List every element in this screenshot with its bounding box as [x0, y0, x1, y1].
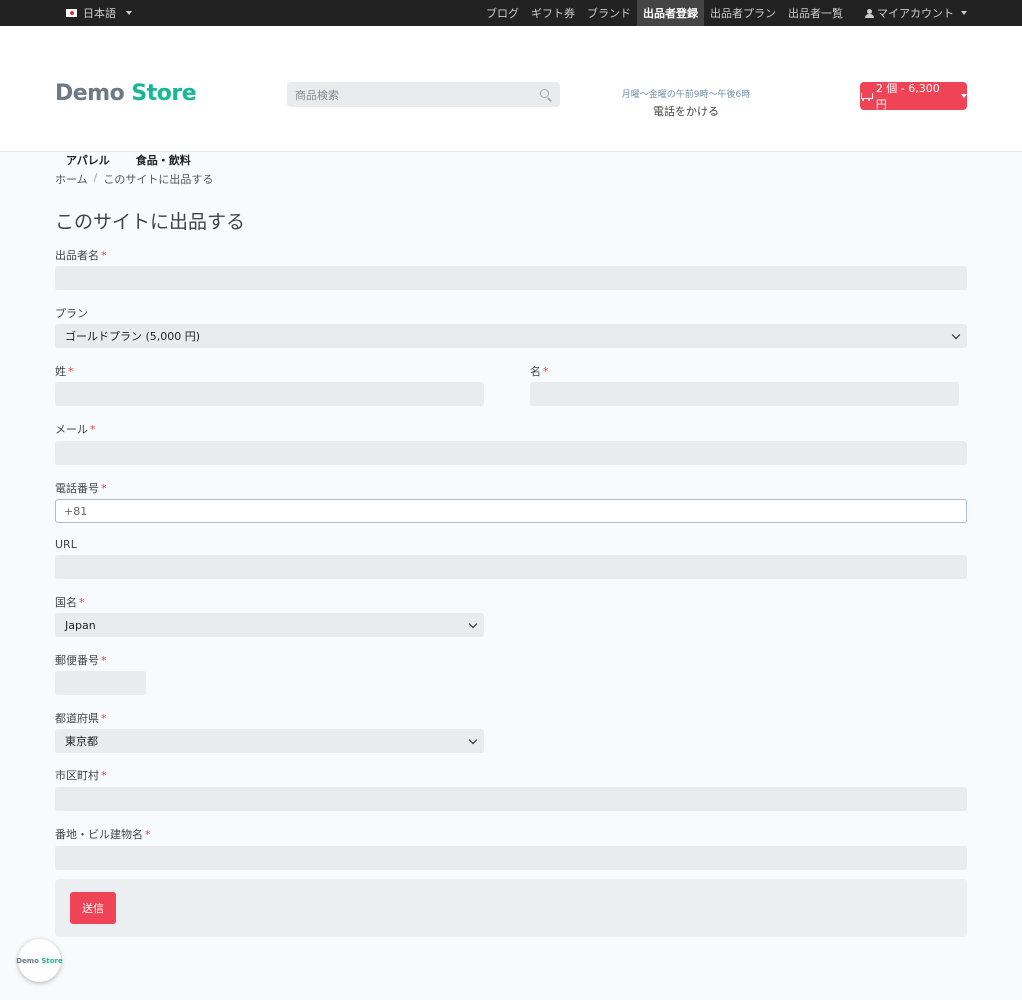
caret-down-icon — [961, 11, 967, 15]
country-selected: Japan — [65, 618, 96, 632]
last-name-field[interactable] — [55, 382, 484, 406]
seller-name-label: 出品者名 * — [55, 249, 107, 262]
japan-flag-icon — [66, 9, 77, 17]
call-link[interactable]: 電話をかける — [600, 103, 772, 119]
city-field[interactable] — [55, 787, 967, 811]
site-logo[interactable]: Demo Store — [55, 81, 197, 106]
prefecture-label: 都道府県 * — [55, 712, 107, 725]
phone-field[interactable]: +81 — [55, 499, 967, 523]
chevron-down-icon — [468, 619, 478, 628]
topnav-seller-plans[interactable]: 出品者プラン — [704, 0, 782, 26]
my-account-label: マイアカウント — [877, 7, 954, 20]
store-badge[interactable]: Demo Store — [16, 939, 63, 982]
cart-icon — [860, 92, 873, 101]
cart-summary: 2 個 - 6,300 円 — [875, 82, 940, 111]
plan-selected: ゴールドプラン (5,000 円) — [65, 330, 201, 343]
prefecture-selected: 東京都 — [65, 735, 98, 748]
top-nav: ブログ ギフト券 ブランド 出品者登録 出品者プラン 出品者一覧 マイアカウント — [480, 0, 967, 26]
postal-code-label: 郵便番号 * — [55, 654, 107, 667]
chevron-down-icon — [951, 330, 961, 339]
business-hours: 月曜〜金曜の午前9時〜午後6時 — [621, 90, 751, 100]
logo-store: Store — [131, 81, 197, 106]
phone-label: 電話番号 * — [55, 482, 107, 495]
seller-name-field[interactable] — [55, 266, 967, 290]
breadcrumb-home[interactable]: ホーム — [55, 171, 88, 187]
plan-label: プラン — [55, 307, 88, 320]
address-label: 番地・ビル建物名 * — [55, 828, 151, 841]
category-nav: アパレル 食品・飲料 — [66, 152, 191, 168]
url-field[interactable] — [55, 555, 967, 579]
breadcrumb: ホーム / このサイトに出品する — [55, 171, 967, 187]
topnav-blog[interactable]: ブログ — [480, 0, 525, 26]
postal-code-field[interactable] — [55, 671, 146, 695]
topnav-seller-list[interactable]: 出品者一覧 — [782, 0, 849, 26]
prefecture-select[interactable]: 東京都 — [55, 729, 484, 753]
main-content: ホーム / このサイトに出品する このサイトに出品する — [0, 171, 1022, 234]
first-name-field[interactable] — [530, 382, 959, 406]
search-icon[interactable] — [540, 88, 552, 101]
topnav-gift-cards[interactable]: ギフト券 — [525, 0, 581, 26]
breadcrumb-separator: / — [93, 171, 98, 184]
plan-select[interactable]: ゴールドプラン (5,000 円) — [55, 324, 967, 348]
badge-demo: Demo — [16, 956, 39, 965]
category-food-drink[interactable]: 食品・飲料 — [136, 152, 191, 168]
chevron-down-icon — [468, 735, 478, 744]
category-apparel[interactable]: アパレル — [66, 152, 110, 168]
page-title: このサイトに出品する — [55, 211, 246, 233]
cart-button[interactable]: 2 個 - 6,300 円 — [860, 82, 967, 111]
caret-down-icon — [126, 11, 132, 15]
last-name-label: 姓 * — [55, 365, 74, 378]
my-account-menu[interactable]: マイアカウント — [865, 0, 967, 26]
logo-demo: Demo — [55, 81, 125, 106]
language-selector[interactable]: 日本語 — [66, 5, 132, 21]
country-label: 国名 * — [55, 596, 85, 609]
address-field[interactable] — [55, 846, 967, 870]
caret-down-icon — [961, 94, 967, 98]
city-label: 市区町村 * — [55, 769, 107, 782]
topnav-brands[interactable]: ブランド — [581, 0, 637, 26]
country-select[interactable]: Japan — [55, 613, 484, 637]
top-bar: 日本語 ブログ ギフト券 ブランド 出品者登録 出品者プラン 出品者一覧 マイア… — [0, 0, 1022, 26]
url-label: URL — [55, 538, 77, 551]
email-field[interactable] — [55, 441, 967, 465]
submit-button[interactable]: 送信 — [70, 892, 116, 924]
first-name-label: 名 * — [530, 365, 549, 378]
search-input[interactable]: 商品検索 — [287, 82, 560, 107]
search-placeholder: 商品検索 — [295, 88, 339, 102]
user-icon — [865, 8, 874, 18]
site-header: Demo Store 商品検索 月曜〜金曜の午前9時〜午後6時 電話をかける 2… — [0, 26, 1022, 167]
badge-store: Store — [41, 956, 63, 965]
topnav-seller-registration[interactable]: 出品者登録 — [637, 0, 704, 26]
breadcrumb-current: このサイトに出品する — [103, 173, 214, 186]
email-label: メール * — [55, 423, 96, 436]
contact-info: 月曜〜金曜の午前9時〜午後6時 電話をかける — [600, 87, 772, 119]
submit-panel: 送信 — [55, 879, 967, 937]
language-label: 日本語 — [83, 7, 116, 20]
